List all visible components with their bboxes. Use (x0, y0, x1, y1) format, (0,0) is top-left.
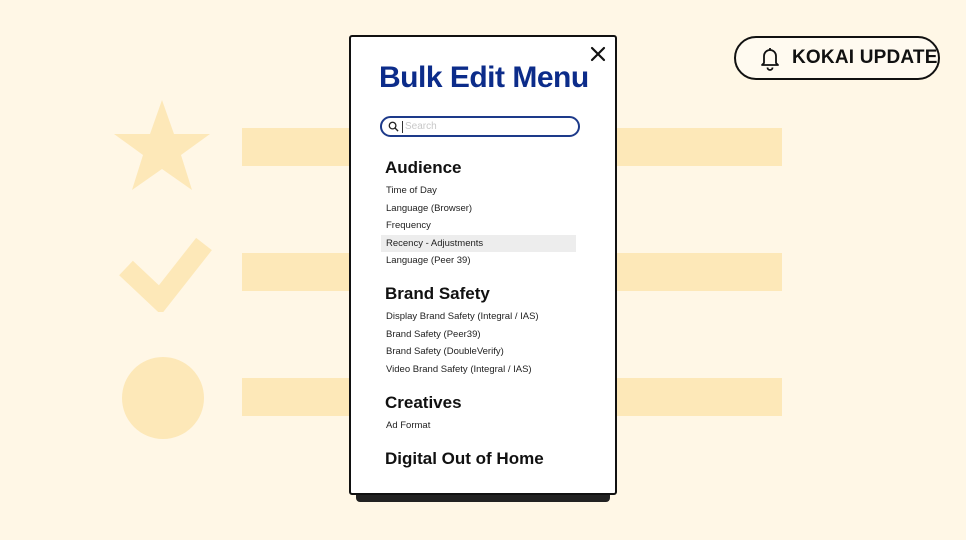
section-heading: Creatives (385, 393, 462, 412)
section-digital-out-of-home: Digital Out of Home (385, 448, 585, 470)
section-heading: Audience (385, 158, 462, 177)
menu-item-ad-format[interactable]: Ad Format (381, 417, 576, 435)
section-creatives: Creatives Ad Format (385, 392, 585, 435)
menu-item-brand-safety-peer39[interactable]: Brand Safety (Peer39) (381, 326, 576, 344)
section-heading: Brand Safety (385, 284, 490, 303)
menu-item-video-brand-safety-ias[interactable]: Video Brand Safety (Integral / IAS) (381, 361, 576, 379)
menu-item-display-brand-safety-ias[interactable]: Display Brand Safety (Integral / IAS) (381, 308, 576, 326)
bulk-edit-modal: Bulk Edit Menu Audience Time of Day Lang… (349, 35, 617, 495)
menu-item-recency-adjustments[interactable]: Recency - Adjustments (381, 234, 576, 252)
bell-icon (761, 48, 779, 71)
kokai-update-badge: KOKAI UPDATE (734, 36, 940, 80)
search-box (380, 116, 580, 137)
menu-item-time-of-day[interactable]: Time of Day (381, 182, 576, 200)
search-icon (388, 121, 399, 132)
section-heading: Digital Out of Home (385, 449, 544, 468)
menu-item-brand-safety-doubleverify[interactable]: Brand Safety (DoubleVerify) (381, 343, 576, 361)
check-icon (119, 237, 212, 312)
star-icon (114, 100, 210, 190)
search-input[interactable] (402, 120, 575, 133)
section-brand-safety: Brand Safety Display Brand Safety (Integ… (385, 283, 585, 378)
menu-item-language-browser[interactable]: Language (Browser) (381, 200, 576, 218)
badge-label: KOKAI UPDATE (792, 47, 938, 68)
close-icon[interactable] (589, 45, 607, 63)
menu-item-language-peer39[interactable]: Language (Peer 39) (381, 252, 576, 270)
section-audience: Audience Time of Day Language (Browser) … (381, 157, 585, 270)
modal-title: Bulk Edit Menu (379, 61, 589, 94)
menu-item-frequency[interactable]: Frequency (381, 217, 576, 235)
circle-icon (122, 357, 204, 439)
